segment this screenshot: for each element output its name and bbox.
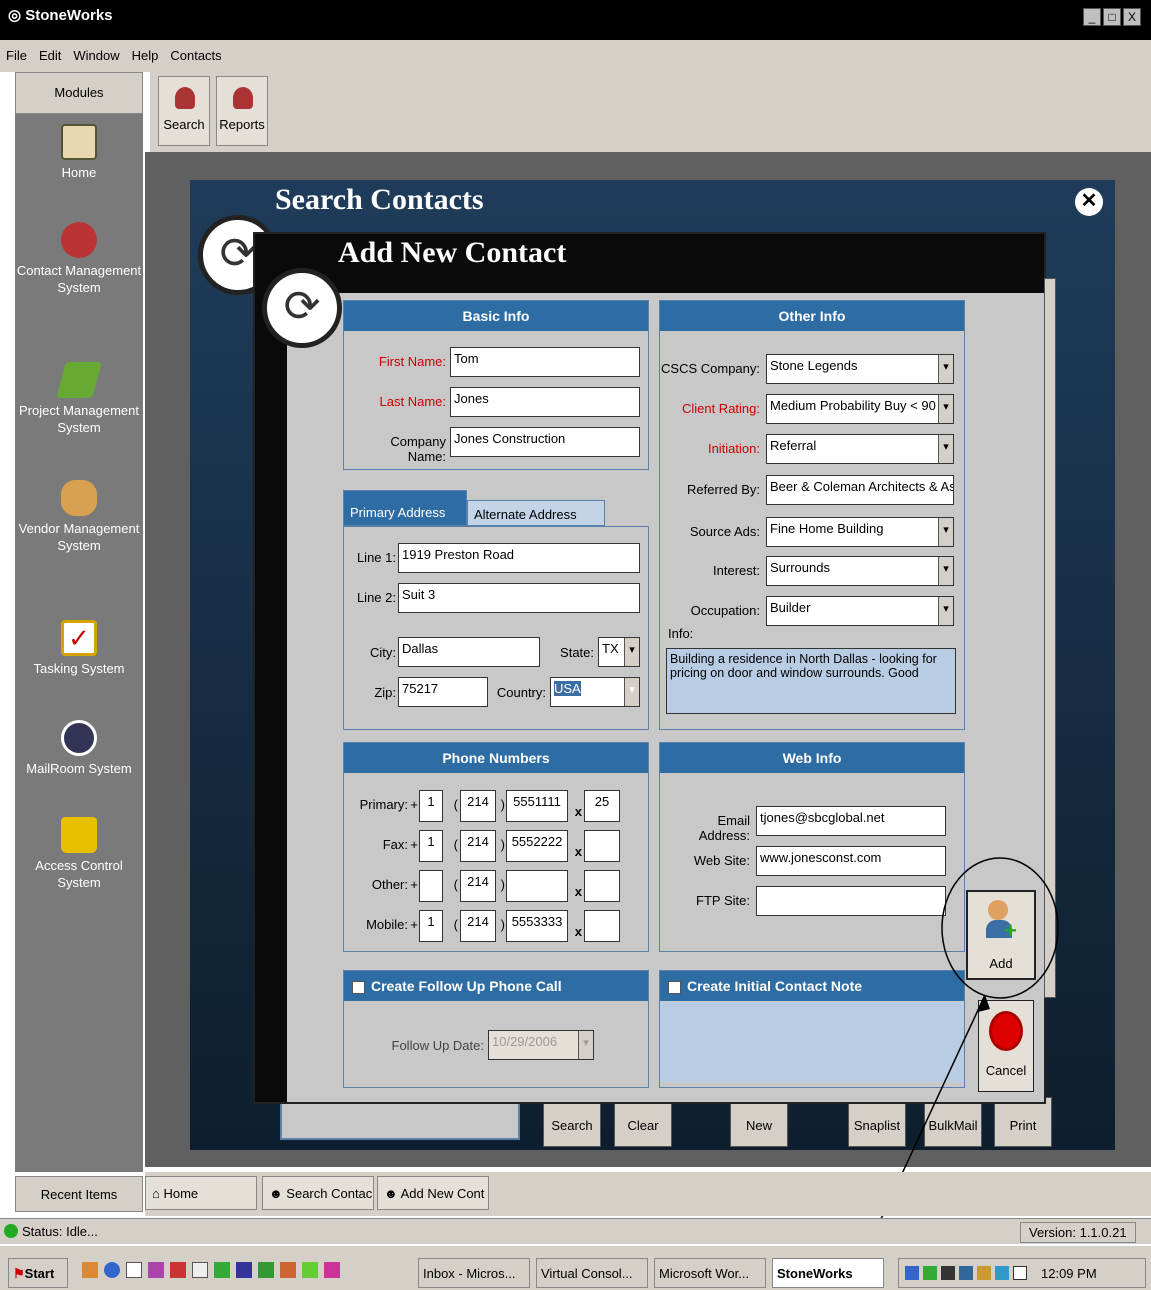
annotation-overlay	[847, 857, 1059, 1290]
word-icon[interactable]	[236, 1262, 252, 1278]
tray-icon[interactable]	[995, 1266, 1009, 1280]
mail-icon[interactable]	[1013, 1266, 1027, 1280]
status-bar: Status: Idle... Version: 1.1.0.21	[0, 1218, 1151, 1244]
app-shortcut-icon[interactable]	[82, 1262, 98, 1278]
app-shortcut-icon[interactable]	[280, 1262, 296, 1278]
contact-icon: ☻	[269, 1186, 287, 1201]
tray-icon[interactable]	[959, 1266, 973, 1280]
app-shortcut-icon[interactable]	[302, 1262, 318, 1278]
clock: 12:09 PM	[1041, 1265, 1097, 1281]
highlight-circle	[941, 857, 1059, 999]
window-tab-add-new-contact[interactable]: ☻ Add New Cont	[377, 1176, 489, 1210]
tray-icon[interactable]	[941, 1266, 955, 1280]
arrow-head	[978, 995, 990, 1012]
start-button[interactable]: ⚑Start	[8, 1258, 68, 1288]
window-tab-search-contacts[interactable]: ☻ Search Contac	[262, 1176, 374, 1210]
windows-flag-icon: ⚑	[13, 1266, 25, 1281]
window-tab-home[interactable]: ⌂ Home	[145, 1176, 257, 1210]
task-word[interactable]: Microsoft Wor...	[654, 1258, 766, 1288]
tray-icon[interactable]	[905, 1266, 919, 1280]
task-stoneworks[interactable]: StoneWorks	[772, 1258, 884, 1288]
tray-icon[interactable]	[923, 1266, 937, 1280]
app-shortcut-icon[interactable]	[148, 1262, 164, 1278]
system-tray: 12:09 PM	[898, 1258, 1146, 1288]
status-icon	[4, 1224, 18, 1238]
app-shortcut-icon[interactable]	[170, 1262, 186, 1278]
house-icon: ⌂	[152, 1186, 164, 1201]
app-shortcut-icon[interactable]	[214, 1262, 230, 1278]
status-text: Status: Idle...	[22, 1224, 98, 1239]
app-shortcut-icon[interactable]	[126, 1262, 142, 1278]
app-shortcut-icon[interactable]	[192, 1262, 208, 1278]
contact-icon: ☻	[384, 1186, 401, 1201]
excel-icon[interactable]	[258, 1262, 274, 1278]
app-shortcut-icon[interactable]	[104, 1262, 120, 1278]
version-text: Version: 1.1.0.21	[1020, 1222, 1136, 1243]
recent-items[interactable]: Recent Items	[15, 1176, 143, 1212]
app-shortcut-icon[interactable]	[324, 1262, 340, 1278]
tray-icon[interactable]	[977, 1266, 991, 1280]
task-virtual-console[interactable]: Virtual Consol...	[536, 1258, 648, 1288]
quick-launch	[82, 1262, 402, 1284]
task-outlook[interactable]: Inbox - Micros...	[418, 1258, 530, 1288]
